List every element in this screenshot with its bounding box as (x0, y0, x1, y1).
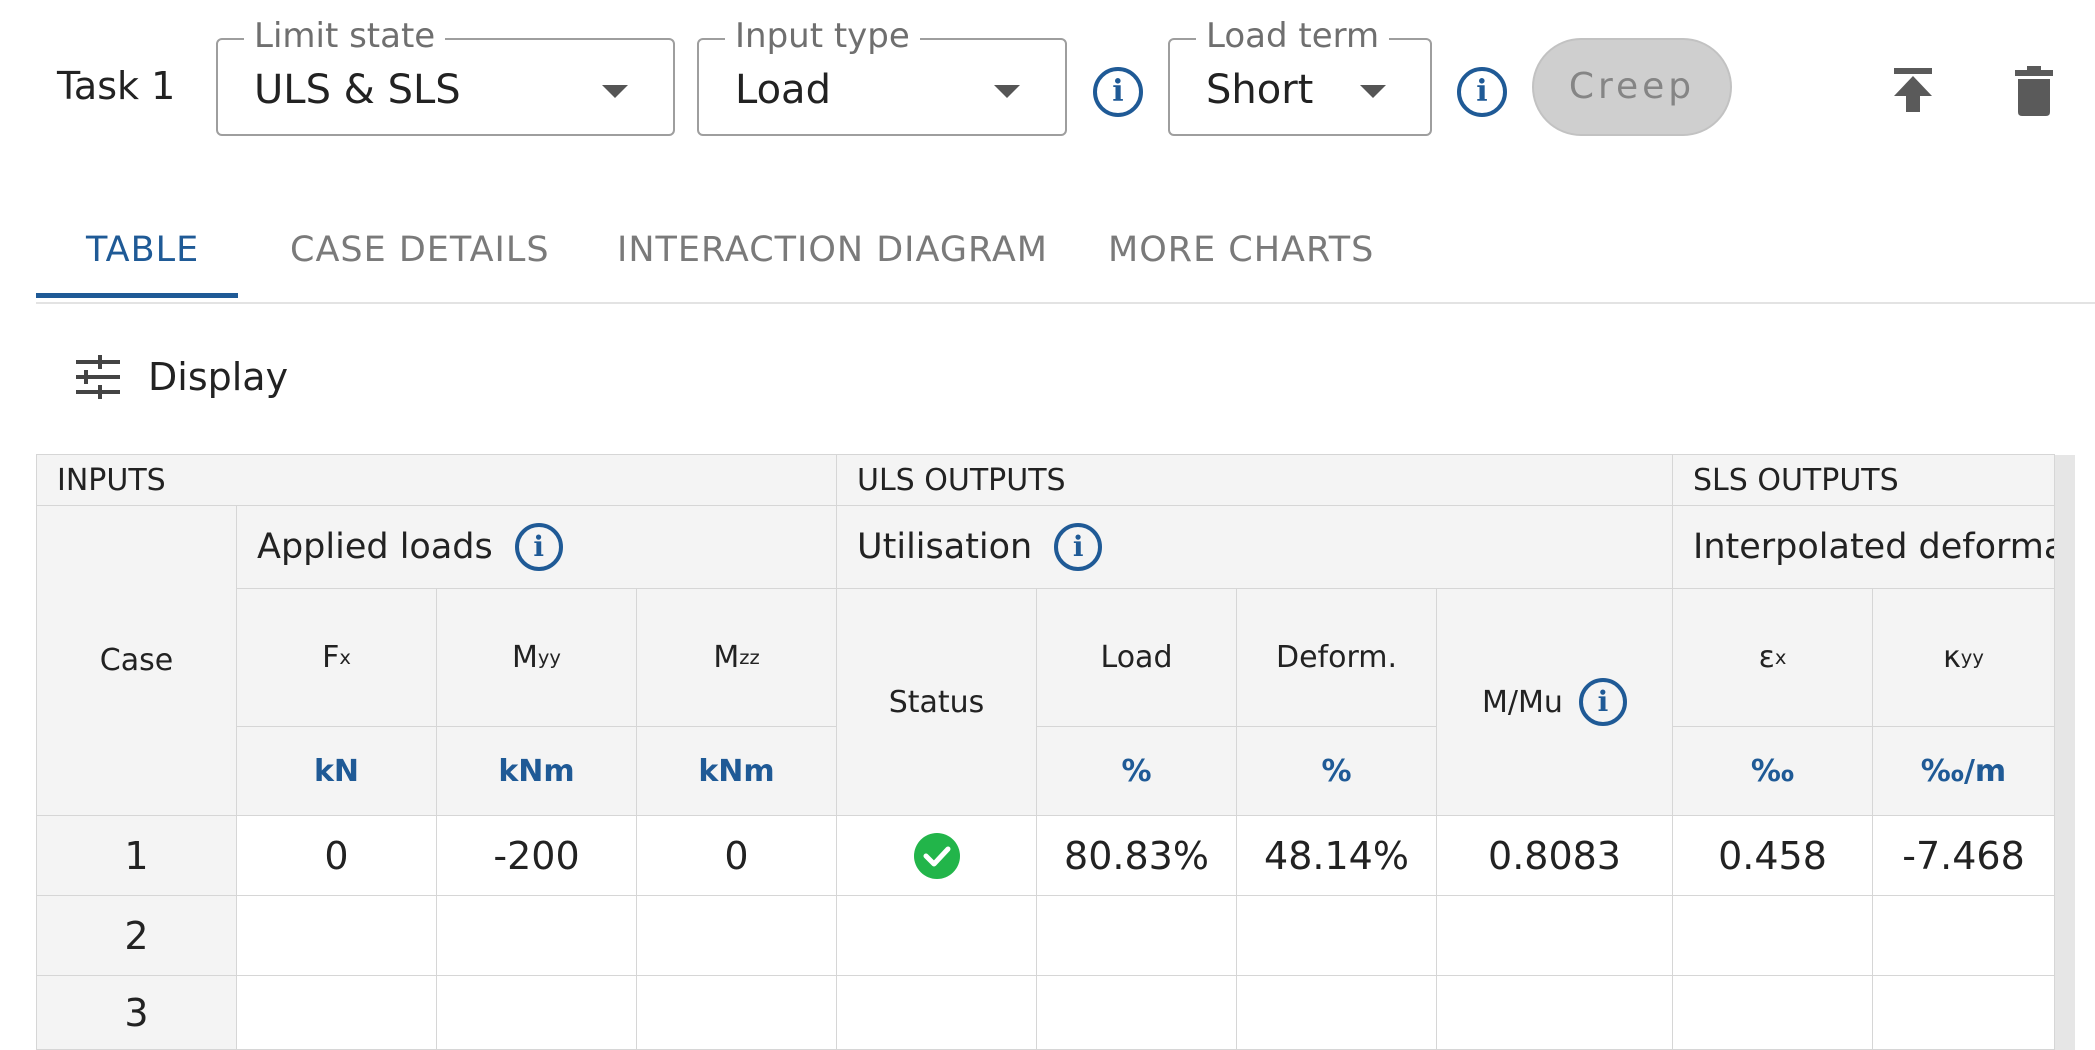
row-1-deform: 48.14% (1236, 815, 1437, 896)
row-2-ex (1672, 895, 1873, 976)
limit-state-value: ULS & SLS (254, 67, 461, 113)
kyy-label: κ (1943, 640, 1961, 675)
column-deform: Deform. (1236, 588, 1437, 727)
row-1-status (836, 815, 1037, 896)
tab-case-details[interactable]: CASE DETAILS (290, 230, 550, 270)
display-label: Display (148, 355, 289, 399)
kyy-subscript: yy (1960, 646, 1984, 669)
fx-subscript: x (339, 646, 351, 669)
ex-label: ε (1758, 640, 1775, 675)
case-header: Case (36, 505, 237, 816)
chevron-down-icon (602, 85, 628, 98)
info-icon[interactable]: i (514, 523, 563, 571)
unit-ex: ‰ (1672, 726, 1873, 816)
row-1-ex: 0.458 (1672, 815, 1873, 896)
info-icon[interactable]: i (1578, 678, 1627, 726)
column-fx: Fx (236, 588, 437, 727)
info-icon[interactable]: i (1457, 67, 1507, 117)
unit-load: % (1036, 726, 1237, 816)
utilisation-label: Utilisation (857, 527, 1033, 567)
group-sls-outputs: SLS OUTPUTS (1672, 454, 2055, 506)
tune-icon (76, 355, 120, 399)
check-circle-icon (913, 832, 960, 879)
mzz-label: M (713, 640, 740, 675)
row-3-load (1036, 975, 1237, 1050)
unit-deform: % (1236, 726, 1437, 816)
group-inputs: INPUTS (36, 454, 837, 506)
row-2-load (1036, 895, 1237, 976)
unit-kyy: ‰/m (1872, 726, 2055, 816)
info-icon[interactable]: i (1093, 67, 1143, 117)
tab-table[interactable]: TABLE (86, 230, 199, 270)
column-m-mu: M/Mu i (1436, 588, 1673, 816)
row-1-case: 1 (36, 815, 237, 896)
tab-interaction-diagram[interactable]: INTERACTION DIAGRAM (617, 230, 1048, 270)
row-3-kyy (1872, 975, 2055, 1050)
column-status: Status (836, 588, 1037, 816)
row-3-myy[interactable] (436, 975, 637, 1050)
row-2-deform (1236, 895, 1437, 976)
mzz-subscript: zz (739, 646, 760, 669)
m-mu-label: M/Mu (1482, 684, 1563, 720)
row-2-case: 2 (36, 895, 237, 976)
row-2-kyy (1872, 895, 2055, 976)
row-1-fx[interactable]: 0 (236, 815, 437, 896)
creep-button[interactable]: Creep (1532, 38, 1732, 136)
subgroup-utilisation: Utilisation i (836, 505, 1673, 589)
load-term-value: Short (1206, 67, 1314, 113)
row-1-mzz[interactable]: 0 (636, 815, 837, 896)
input-type-value: Load (735, 67, 831, 113)
column-mzz: Mzz (636, 588, 837, 727)
row-3-mzz[interactable] (636, 975, 837, 1050)
row-3-m-mu (1436, 975, 1673, 1050)
fx-label: F (322, 640, 340, 675)
row-2-status (836, 895, 1037, 976)
unit-myy: kNm (436, 726, 637, 816)
myy-label: M (512, 640, 538, 675)
applied-loads-label: Applied loads (257, 527, 493, 567)
tab-more-charts[interactable]: MORE CHARTS (1108, 230, 1374, 270)
column-load: Load (1036, 588, 1237, 727)
row-3-status (836, 975, 1037, 1050)
move-to-top-icon[interactable] (1891, 66, 1935, 114)
group-uls-outputs: ULS OUTPUTS (836, 454, 1673, 506)
row-2-myy[interactable] (436, 895, 637, 976)
row-1-myy[interactable]: -200 (436, 815, 637, 896)
subgroup-interpolated-deformation: Interpolated deformat (1672, 505, 2055, 589)
row-1-kyy: -7.468 (1872, 815, 2055, 896)
myy-subscript: yy (537, 646, 561, 669)
column-ex: εx (1672, 588, 1873, 727)
load-term-select[interactable]: Load term Short (1168, 16, 1432, 136)
row-1-m-mu: 0.8083 (1436, 815, 1673, 896)
row-3-deform (1236, 975, 1437, 1050)
limit-state-select[interactable]: Limit state ULS & SLS (216, 16, 675, 136)
task-title: Task 1 (57, 64, 176, 108)
row-3-case: 3 (36, 975, 237, 1050)
chevron-down-icon (994, 85, 1020, 98)
row-3-ex (1672, 975, 1873, 1050)
limit-state-legend: Limit state (244, 16, 446, 56)
input-type-select[interactable]: Input type Load (697, 16, 1067, 136)
subgroup-applied-loads: Applied loads i (236, 505, 837, 589)
delete-icon[interactable] (2014, 65, 2054, 117)
input-type-legend: Input type (725, 16, 920, 56)
row-2-fx[interactable] (236, 895, 437, 976)
row-3-fx[interactable] (236, 975, 437, 1050)
unit-mzz: kNm (636, 726, 837, 816)
chevron-down-icon (1360, 85, 1386, 98)
load-term-legend: Load term (1196, 16, 1390, 56)
table-scrollbar[interactable] (2055, 455, 2075, 1050)
row-2-mzz[interactable] (636, 895, 837, 976)
tabs-divider (36, 302, 2095, 304)
ex-subscript: x (1774, 646, 1787, 669)
column-myy: Myy (436, 588, 637, 727)
column-kyy: κ yy (1872, 588, 2055, 727)
active-tab-indicator (36, 293, 238, 298)
row-2-m-mu (1436, 895, 1673, 976)
info-icon[interactable]: i (1054, 523, 1103, 571)
row-1-load: 80.83% (1036, 815, 1237, 896)
unit-fx: kN (236, 726, 437, 816)
